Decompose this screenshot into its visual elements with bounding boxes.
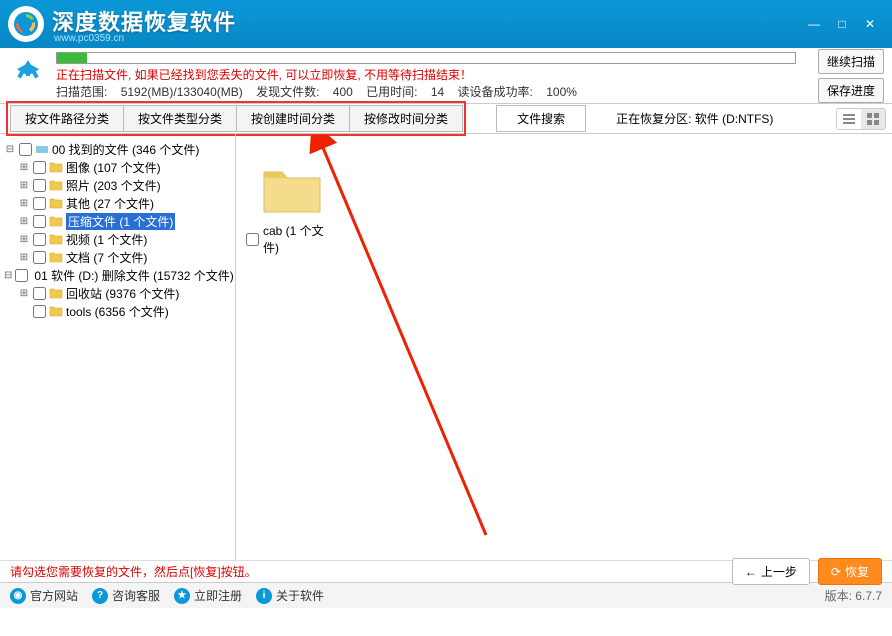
expander-icon[interactable]: ⊞	[18, 234, 30, 245]
partition-info: 正在恢复分区: 软件 (D:NTFS)	[616, 110, 773, 127]
tree-checkbox[interactable]	[33, 179, 46, 192]
tab-row: 按文件路径分类 按文件类型分类 按创建时间分类 按修改时间分类 文件搜索 正在恢…	[0, 104, 892, 134]
tab-highlight-box: 按文件路径分类 按文件类型分类 按创建时间分类 按修改时间分类	[6, 101, 466, 136]
file-checkbox[interactable]	[246, 233, 259, 246]
view-toggle	[836, 108, 886, 130]
expander-icon[interactable]: ⊞	[18, 180, 30, 191]
footer-link-support[interactable]: ?咨询客服	[92, 587, 160, 604]
footer-link-about[interactable]: i关于软件	[256, 587, 324, 604]
tree-node-selected: ⊞压缩文件 (1 个文件)	[4, 212, 231, 230]
folder-icon	[49, 287, 63, 299]
expander-icon[interactable]: ⊞	[18, 288, 30, 299]
footer-link-buy[interactable]: ★立即注册	[174, 587, 242, 604]
folder-icon	[49, 161, 63, 173]
hint-text: 请勾选您需要恢复的文件，然后点[恢复]按钮。	[10, 563, 257, 580]
tree-checkbox[interactable]	[15, 269, 28, 282]
folder-icon	[49, 215, 63, 227]
tree-checkbox[interactable]	[33, 305, 46, 318]
version-label: 版本: 6.7.7	[825, 587, 882, 604]
save-progress-button[interactable]: 保存进度	[818, 78, 884, 103]
tab-by-path[interactable]: 按文件路径分类	[10, 105, 124, 132]
refresh-icon: ⟳	[831, 565, 841, 579]
tree-checkbox[interactable]	[33, 161, 46, 174]
continue-scan-button[interactable]: 继续扫描	[818, 49, 884, 74]
tree-checkbox[interactable]	[19, 143, 32, 156]
expander-icon[interactable]: ⊞	[18, 216, 30, 227]
globe-icon: ◉	[10, 588, 26, 604]
tab-by-modify-time[interactable]: 按修改时间分类	[349, 105, 463, 132]
scan-panel: 正在扫描文件, 如果已经找到您丢失的文件, 可以立即恢复, 不用等待扫描结束！ …	[0, 48, 892, 104]
folder-icon	[49, 233, 63, 245]
folder-icon	[49, 251, 63, 263]
content-panel[interactable]: cab (1 个文件)	[236, 134, 892, 560]
expander-icon[interactable]: ⊟	[4, 270, 12, 281]
folder-icon	[49, 197, 63, 209]
tree-checkbox[interactable]	[33, 287, 46, 300]
file-item[interactable]: cab (1 个文件)	[246, 144, 338, 256]
footer-link-site[interactable]: ◉官方网站	[10, 587, 78, 604]
close-button[interactable]: ✕	[856, 13, 884, 35]
folder-icon	[49, 179, 63, 191]
app-title: 深度数据恢复软件	[52, 5, 236, 37]
title-bar: 深度数据恢复软件 www.pc0359.cn — □ ✕	[0, 0, 892, 48]
maximize-button[interactable]: □	[828, 13, 856, 35]
minimize-button[interactable]: —	[800, 13, 828, 35]
tree-checkbox[interactable]	[33, 215, 46, 228]
scan-stats: 扫描范围: 5192(MB)/133040(MB) 发现文件数: 400 已用时…	[56, 83, 810, 100]
key-icon: ★	[174, 588, 190, 604]
view-grid-button[interactable]	[861, 109, 885, 129]
expander-icon[interactable]: ⊞	[18, 198, 30, 209]
tree-checkbox[interactable]	[33, 197, 46, 210]
prev-step-button[interactable]: ←上一步	[732, 558, 810, 585]
app-logo	[8, 6, 44, 42]
file-tree[interactable]: ⊟00 找到的文件 (346 个文件) ⊞图像 (107 个文件) ⊞照片 (2…	[0, 134, 236, 560]
tab-file-search[interactable]: 文件搜索	[496, 105, 586, 132]
tab-by-create-time[interactable]: 按创建时间分类	[236, 105, 350, 132]
footer-bar: ◉官方网站 ?咨询客服 ★立即注册 i关于软件 版本: 6.7.7	[0, 582, 892, 608]
info-icon: i	[256, 588, 272, 604]
expander-icon[interactable]: ⊞	[18, 162, 30, 173]
hint-bar: 请勾选您需要恢复的文件，然后点[恢复]按钮。 ←上一步 ⟳恢复	[0, 560, 892, 582]
main-area: ⊟00 找到的文件 (346 个文件) ⊞图像 (107 个文件) ⊞照片 (2…	[0, 134, 892, 560]
tree-checkbox[interactable]	[33, 251, 46, 264]
restore-button[interactable]: ⟳恢复	[818, 558, 882, 585]
folder-icon	[49, 305, 63, 317]
recycle-icon	[8, 56, 48, 96]
drive-icon	[35, 143, 49, 155]
scan-progress-bar	[56, 52, 796, 64]
expander-icon[interactable]: ⊟	[4, 144, 16, 155]
arrow-left-icon: ←	[745, 565, 757, 579]
view-list-button[interactable]	[837, 109, 861, 129]
tab-by-type[interactable]: 按文件类型分类	[123, 105, 237, 132]
support-icon: ?	[92, 588, 108, 604]
expander-icon[interactable]: ⊞	[18, 252, 30, 263]
folder-large-icon	[260, 164, 324, 216]
file-label: cab (1 个文件)	[263, 222, 338, 256]
tree-checkbox[interactable]	[33, 233, 46, 246]
scan-message: 正在扫描文件, 如果已经找到您丢失的文件, 可以立即恢复, 不用等待扫描结束！	[56, 66, 810, 83]
